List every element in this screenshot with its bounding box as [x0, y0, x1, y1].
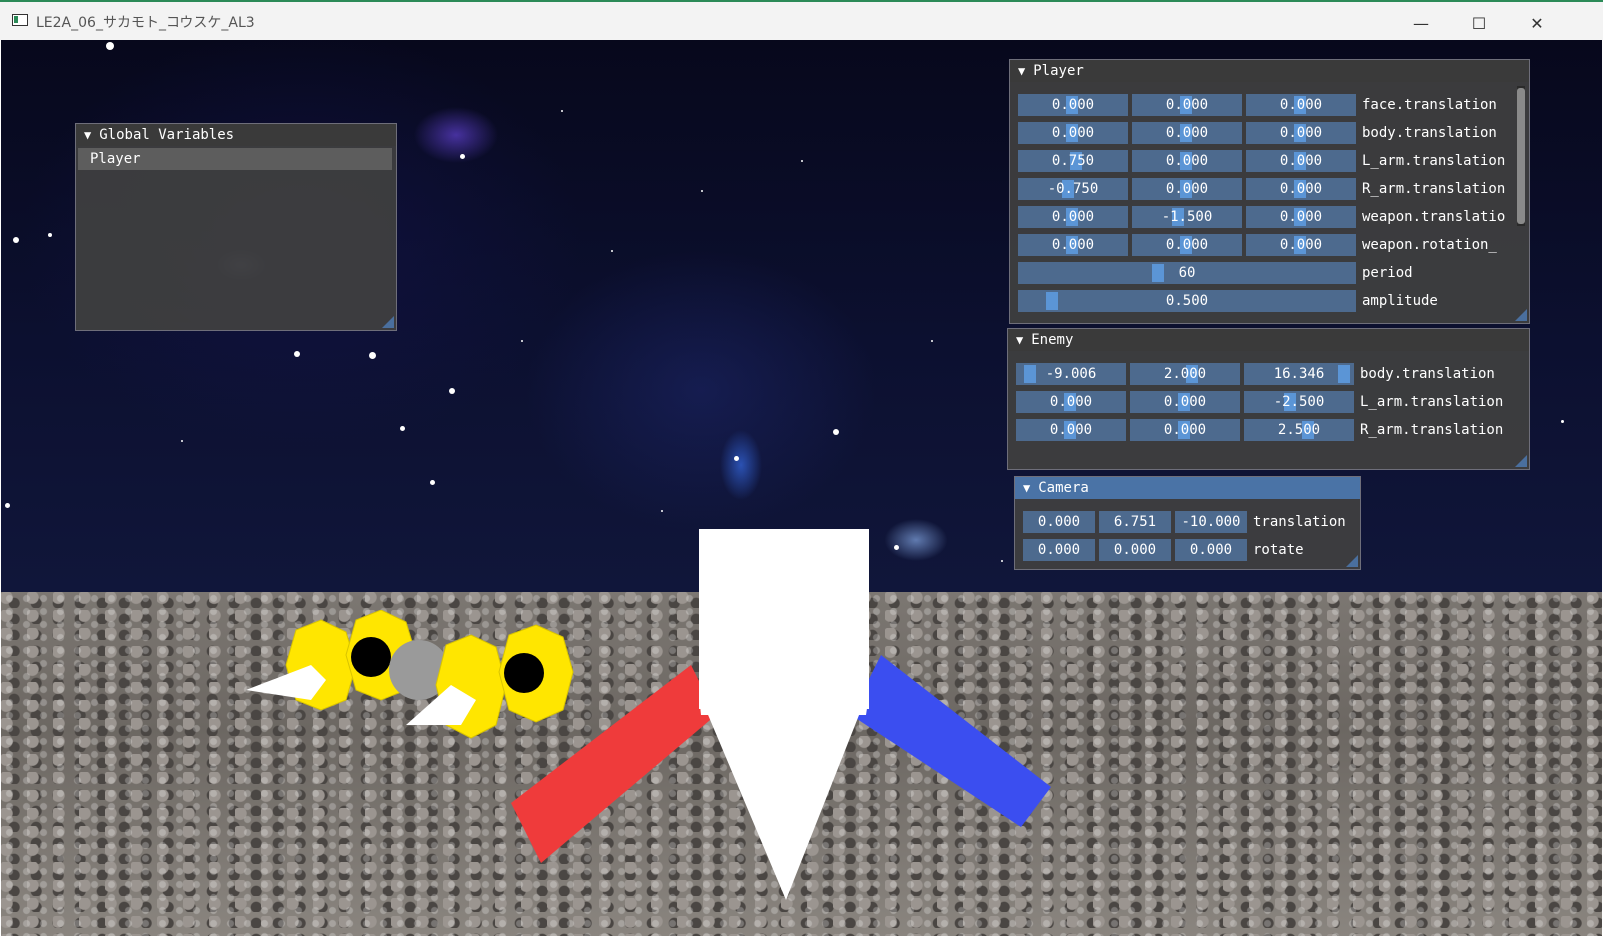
vector-field-z[interactable]: 0.000 [1246, 234, 1356, 256]
camera-row-translation: 0.000 6.751 -10.000 translation [1023, 511, 1346, 533]
field-label: body.translation [1360, 366, 1495, 382]
resize-grip[interactable] [1346, 555, 1358, 567]
vector-field-z[interactable]: 0.000 [1246, 206, 1356, 228]
enemy-row-l-arm-translation: 0.000 0.000 -2.500 L_arm.translation [1016, 391, 1503, 413]
player-row-face-translation: 0.000 0.000 0.000 face.translation [1018, 94, 1497, 116]
period-slider[interactable]: 60 [1018, 262, 1356, 284]
enemy-window[interactable]: ▼ Enemy -9.006 2.000 16.346 body.transla… [1007, 328, 1530, 470]
enemy-title: Enemy [1031, 332, 1074, 348]
minimize-button[interactable]: — [1398, 8, 1444, 38]
player-titlebar[interactable]: ▼ Player [1010, 60, 1529, 82]
enemy-row-r-arm-translation: 0.000 0.000 2.500 R_arm.translation [1016, 419, 1503, 441]
camera-window[interactable]: ▼ Camera 0.000 6.751 -10.000 translation… [1014, 476, 1361, 570]
vector-field-x[interactable]: 0.750 [1018, 150, 1128, 172]
player-row-l-arm-translation: 0.750 0.000 0.000 L_arm.translation [1018, 150, 1505, 172]
player-row-r-arm-translation: -0.750 0.000 0.000 R_arm.translation [1018, 178, 1505, 200]
amplitude-slider[interactable]: 0.500 [1018, 290, 1356, 312]
global-variables-title: Global Variables [99, 127, 235, 143]
resize-grip[interactable] [1515, 309, 1527, 321]
vector-field-x[interactable]: 0.000 [1018, 122, 1128, 144]
collapse-arrow-icon[interactable]: ▼ [84, 128, 91, 142]
vector-field-x[interactable]: 0.000 [1018, 234, 1128, 256]
enemy-titlebar[interactable]: ▼ Enemy [1008, 329, 1529, 351]
field-label: rotate [1253, 542, 1304, 558]
close-button[interactable]: ✕ [1514, 8, 1560, 38]
vector-field-y[interactable]: 0.000 [1130, 419, 1240, 441]
vector-field-z[interactable]: 16.346 [1244, 363, 1354, 385]
player-row-weapon-rotation: 0.000 0.000 0.000 weapon.rotation_ [1018, 234, 1497, 256]
field-label: body.translation [1362, 125, 1497, 141]
vector-field-y[interactable]: 0.000 [1132, 122, 1242, 144]
camera-titlebar[interactable]: ▼ Camera [1015, 477, 1360, 499]
vector-field-y[interactable]: 0.000 [1099, 539, 1171, 561]
field-label: R_arm.translation [1360, 422, 1504, 438]
collapse-arrow-icon[interactable]: ▼ [1023, 481, 1030, 495]
title-bar[interactable]: LE2A_06_サカモト_コウスケ_AL3 — ☐ ✕ [0, 0, 1603, 40]
player-window[interactable]: ▼ Player 0.000 0.000 0.000 face.translat… [1009, 59, 1530, 324]
player-row-body-translation: 0.000 0.000 0.000 body.translation [1018, 122, 1497, 144]
field-label: amplitude [1362, 293, 1438, 309]
resize-grip[interactable] [382, 316, 394, 328]
player-row-amplitude: 0.500 amplitude [1018, 290, 1438, 312]
field-label: R_arm.translation [1362, 181, 1506, 197]
field-label: face.translation [1362, 97, 1497, 113]
vector-field-x[interactable]: 0.000 [1023, 511, 1095, 533]
vector-field-y[interactable]: 0.000 [1132, 234, 1242, 256]
resize-grip[interactable] [1515, 455, 1527, 467]
vector-field-y[interactable]: 0.000 [1130, 391, 1240, 413]
vector-field-z[interactable]: 0.000 [1246, 122, 1356, 144]
global-variables-item-player[interactable]: Player [78, 148, 392, 170]
global-variables-titlebar[interactable]: ▼ Global Variables [76, 124, 396, 146]
vector-field-z[interactable]: 2.500 [1244, 419, 1354, 441]
camera-title: Camera [1038, 480, 1089, 496]
camera-row-rotate: 0.000 0.000 0.000 rotate [1023, 539, 1304, 561]
maximize-button[interactable]: ☐ [1456, 8, 1502, 38]
vector-field-z[interactable]: 0.000 [1175, 539, 1247, 561]
enemy-row-body-translation: -9.006 2.000 16.346 body.translation [1016, 363, 1495, 385]
player-title: Player [1033, 63, 1084, 79]
vector-field-y[interactable]: 2.000 [1130, 363, 1240, 385]
field-label: weapon.rotation_ [1362, 237, 1497, 253]
vector-field-y[interactable]: 0.000 [1132, 150, 1242, 172]
player-row-period: 60 period [1018, 262, 1413, 284]
global-variables-window[interactable]: ▼ Global Variables Player [75, 123, 397, 331]
vector-field-z[interactable]: -2.500 [1244, 391, 1354, 413]
vector-field-x[interactable]: -0.750 [1018, 178, 1128, 200]
game-viewport[interactable]: ▼ Global Variables Player ▼ Player 0.000… [1, 40, 1602, 936]
field-label: L_arm.translation [1362, 153, 1506, 169]
player-model [511, 529, 1051, 900]
vector-field-x[interactable]: 0.000 [1018, 206, 1128, 228]
window-title: LE2A_06_サカモト_コウスケ_AL3 [36, 15, 255, 31]
collapse-arrow-icon[interactable]: ▼ [1016, 333, 1023, 347]
player-row-weapon-translation: 0.000 -1.500 0.000 weapon.translatio [1018, 206, 1505, 228]
player-scroll-thumb[interactable] [1517, 88, 1525, 224]
vector-field-z[interactable]: 0.000 [1246, 94, 1356, 116]
vector-field-x[interactable]: 0.000 [1016, 391, 1126, 413]
vector-field-x[interactable]: 0.000 [1016, 419, 1126, 441]
field-label: weapon.translatio [1362, 209, 1506, 225]
vector-field-y[interactable]: 0.000 [1132, 178, 1242, 200]
vector-field-y[interactable]: -1.500 [1132, 206, 1242, 228]
field-label: L_arm.translation [1360, 394, 1504, 410]
vector-field-y[interactable]: 0.000 [1132, 94, 1242, 116]
vector-field-z[interactable]: -10.000 [1175, 511, 1247, 533]
vector-field-x[interactable]: 0.000 [1018, 94, 1128, 116]
vector-field-x[interactable]: -9.006 [1016, 363, 1126, 385]
vector-field-y[interactable]: 6.751 [1099, 511, 1171, 533]
field-label: translation [1253, 514, 1346, 530]
app-icon [12, 14, 28, 26]
app-window: LE2A_06_サカモト_コウスケ_AL3 — ☐ ✕ ▼ Global Var… [0, 0, 1603, 936]
vector-field-z[interactable]: 0.000 [1246, 178, 1356, 200]
vector-field-x[interactable]: 0.000 [1023, 539, 1095, 561]
field-label: period [1362, 265, 1413, 281]
vector-field-z[interactable]: 0.000 [1246, 150, 1356, 172]
collapse-arrow-icon[interactable]: ▼ [1018, 64, 1025, 78]
